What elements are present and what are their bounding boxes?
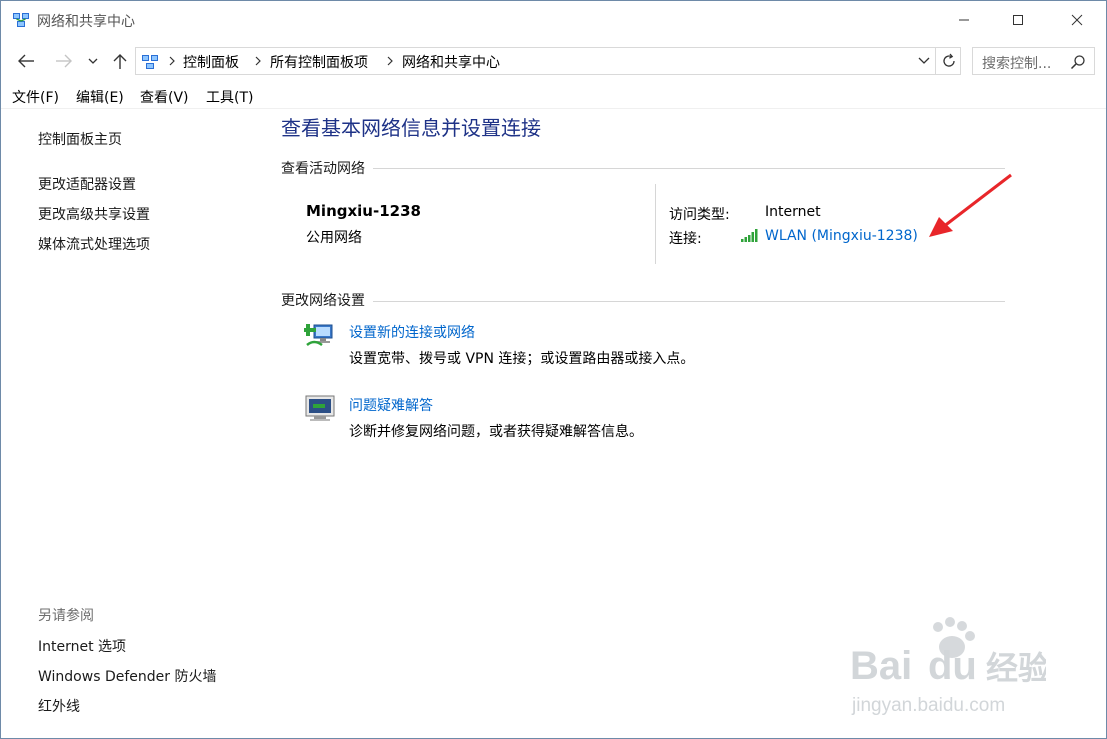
back-arrow-icon [18,54,34,68]
section-divider [281,168,1005,169]
search-box[interactable]: 搜索控制... [972,47,1095,75]
menu-tools[interactable]: 工具(T) [206,87,253,107]
see-also-infrared[interactable]: 红外线 [38,696,80,716]
up-arrow-icon [113,54,127,69]
access-type-value: Internet [765,204,821,220]
search-placeholder[interactable]: 搜索控制... [982,53,1051,73]
maximize-icon [1013,15,1023,25]
wifi-signal-icon [741,229,758,242]
network-setup-icon[interactable] [304,319,336,351]
back-button[interactable] [15,51,37,71]
change-settings-heading: 更改网络设置 [281,290,373,310]
baidu-watermark-logo: Bai du 经验 jingyan.baidu.com [850,617,1046,716]
chevron-right-icon [169,56,175,66]
breadcrumb-all-items[interactable]: 所有控制面板项 [270,52,368,72]
active-networks-heading: 查看活动网络 [281,158,373,178]
vertical-divider [655,184,656,264]
maximize-button[interactable] [995,1,1041,39]
title-bar: 网络和共享中心 [1,1,1106,39]
sidebar-control-panel-home[interactable]: 控制面板主页 [38,129,122,149]
chevron-right-icon [255,56,261,66]
troubleshoot-link[interactable]: 问题疑难解答 [349,395,433,415]
svg-text:经验: 经验 [986,649,1046,687]
see-also-internet-options[interactable]: Internet 选项 [38,636,126,656]
section-divider [281,301,1005,302]
search-icon[interactable] [1070,54,1086,70]
see-also-heading: 另请参阅 [38,608,94,624]
minimize-icon [959,19,969,21]
up-button[interactable] [109,51,131,71]
network-center-icon [13,13,29,27]
close-button[interactable] [1054,1,1100,39]
breadcrumb-network-center[interactable]: 网络和共享中心 [402,52,500,72]
window: 网络和共享中心 控制面板 所有控制面板项 网络和共享中心 搜索控制... 文件(… [0,0,1107,739]
network-category: 公用网络 [306,230,362,246]
chevron-down-icon [88,58,98,64]
troubleshoot-icon[interactable] [304,392,336,424]
troubleshoot-desc: 诊断并修复网络问题，或者获得疑难解答信息。 [349,424,643,440]
close-icon [1071,14,1083,26]
connections-label: 连接: [669,231,702,247]
forward-arrow-icon [56,54,72,68]
network-center-icon [142,55,158,69]
wlan-connection-link[interactable]: WLAN (Mingxiu-1238) [765,228,918,244]
address-bar[interactable]: 控制面板 所有控制面板项 网络和共享中心 [135,47,961,75]
setup-connection-desc: 设置宽带、拨号或 VPN 连接；或设置路由器或接入点。 [349,351,695,367]
navigation-bar: 控制面板 所有控制面板项 网络和共享中心 搜索控制... [1,39,1106,81]
access-type-label: 访问类型: [669,207,730,223]
recent-locations-button[interactable] [84,51,102,71]
breadcrumb-control-panel[interactable]: 控制面板 [183,52,239,72]
chevron-right-icon [387,56,393,66]
menu-view[interactable]: 查看(V) [140,87,189,107]
forward-button[interactable] [53,51,75,71]
minimize-button[interactable] [941,1,987,39]
annotation-arrow-icon [929,173,1012,237]
left-pane: 控制面板主页 更改适配器设置 更改高级共享设置 媒体流式处理选项 另请参阅 In… [1,109,263,738]
sidebar-item-advanced-sharing[interactable]: 更改高级共享设置 [38,204,150,224]
window-title: 网络和共享中心 [37,14,135,30]
svg-text:jingyan.baidu.com: jingyan.baidu.com [851,695,1005,716]
sidebar-item-adapter-settings[interactable]: 更改适配器设置 [38,174,136,194]
network-name: Mingxiu-1238 [306,202,421,220]
menu-bar: 文件(F) 编辑(E) 查看(V) 工具(T) [1,83,1106,109]
address-divider [935,48,936,74]
chevron-down-icon[interactable] [916,54,932,68]
refresh-icon[interactable] [939,51,959,71]
svg-text:du: du [928,644,977,688]
menu-edit[interactable]: 编辑(E) [76,87,124,107]
setup-connection-link[interactable]: 设置新的连接或网络 [349,322,475,342]
page-title: 查看基本网络信息并设置连接 [281,116,541,140]
sidebar-item-media-streaming[interactable]: 媒体流式处理选项 [38,234,150,254]
svg-text:Bai: Bai [850,644,912,688]
see-also-firewall[interactable]: Windows Defender 防火墙 [38,666,216,686]
menu-file[interactable]: 文件(F) [12,87,59,107]
